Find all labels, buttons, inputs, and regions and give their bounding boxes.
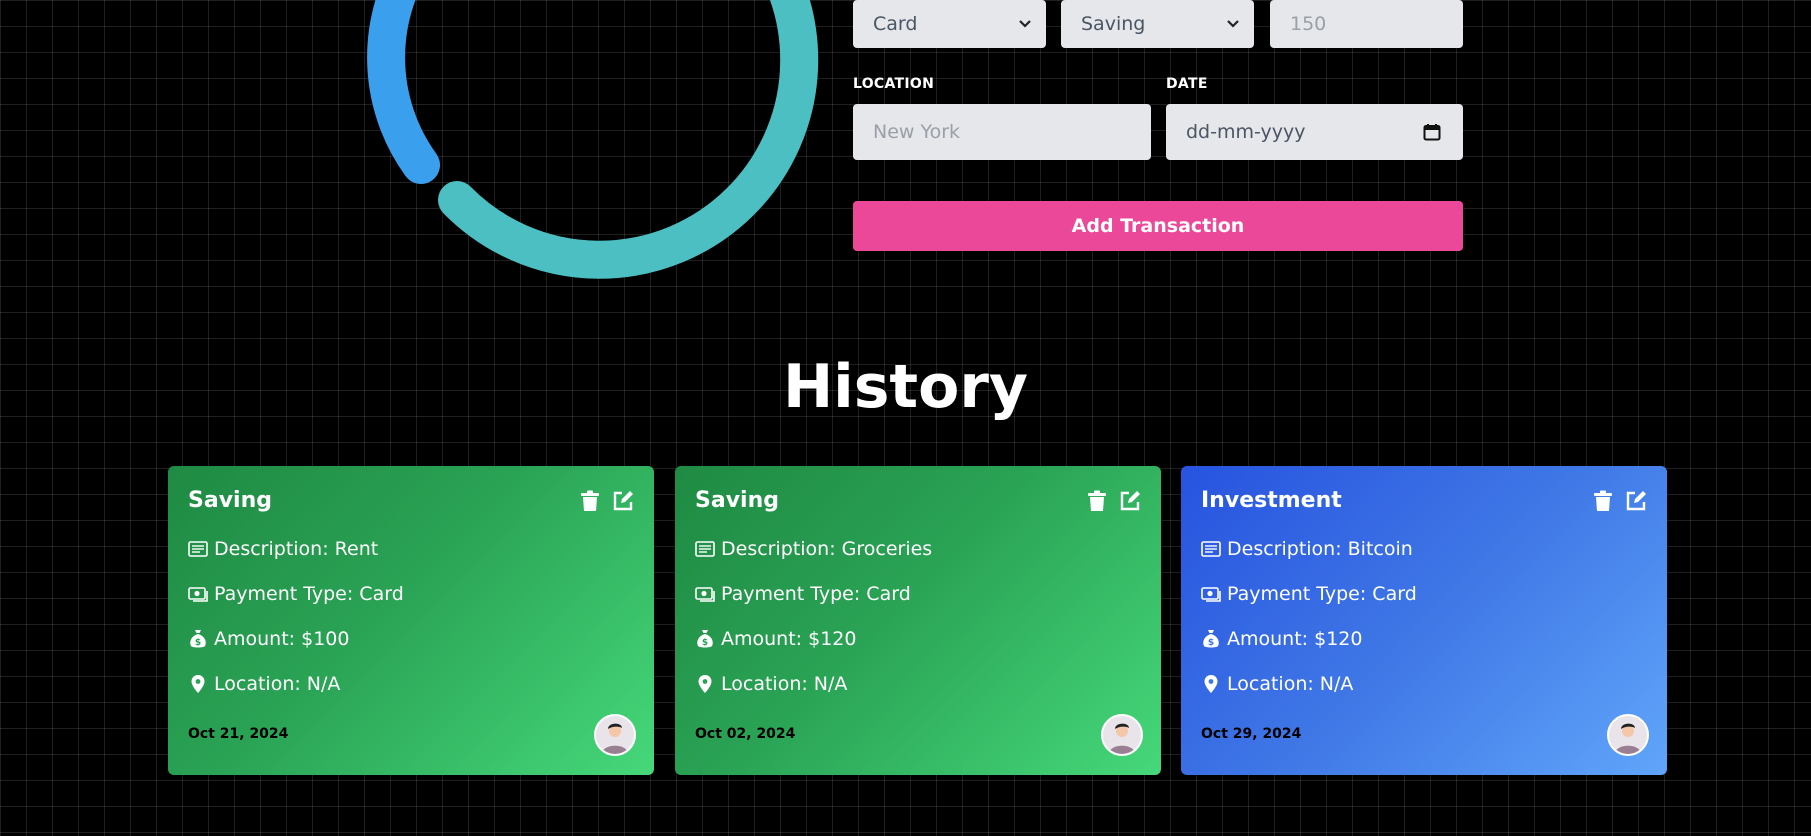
- date-input[interactable]: dd-mm-yyyy: [1166, 104, 1463, 160]
- history-card: Investment Description: Bitcoin Payment …: [1181, 466, 1667, 775]
- category-value: Saving: [1081, 13, 1146, 35]
- payment-type-select[interactable]: Card: [853, 0, 1046, 48]
- card-date: Oct 21, 2024: [188, 726, 289, 742]
- cash-icon: [1201, 587, 1221, 602]
- edit-icon[interactable]: [1625, 490, 1647, 512]
- card-description: Description: Bitcoin: [1227, 538, 1413, 560]
- card-location: Location: N/A: [1227, 673, 1354, 695]
- card-category: Saving: [188, 488, 272, 513]
- card-payment: Payment Type: Card: [721, 583, 911, 605]
- card-amount: Amount: $120: [721, 628, 857, 650]
- trash-icon[interactable]: [1087, 490, 1107, 512]
- card-amount: Amount: $100: [214, 628, 350, 650]
- chevron-down-icon: [1227, 20, 1239, 28]
- avatar: [1101, 714, 1143, 756]
- svg-text:$: $: [702, 638, 708, 648]
- add-transaction-button[interactable]: Add Transaction: [853, 201, 1463, 251]
- amount-input[interactable]: 150: [1270, 0, 1463, 48]
- donut-segment-saving: [367, 0, 440, 184]
- card-payment-row: Payment Type: Card: [1201, 583, 1417, 605]
- avatar: [594, 714, 636, 756]
- card-description: Description: Groceries: [721, 538, 933, 560]
- card-payment-row: Payment Type: Card: [188, 583, 404, 605]
- card-payment: Payment Type: Card: [1227, 583, 1417, 605]
- card-date: Oct 29, 2024: [1201, 726, 1302, 742]
- card-category: Investment: [1201, 488, 1342, 513]
- trash-icon[interactable]: [1593, 490, 1613, 512]
- calendar-icon[interactable]: [1423, 123, 1441, 141]
- card-amount: Amount: $120: [1227, 628, 1363, 650]
- svg-text:$: $: [195, 638, 201, 648]
- map-pin-icon: [1204, 675, 1218, 693]
- cash-icon: [188, 587, 208, 602]
- card-location-row: Location: N/A: [695, 673, 847, 695]
- chevron-down-icon: [1019, 20, 1031, 28]
- location-label: LOCATION: [853, 76, 935, 92]
- svg-text:$: $: [1208, 638, 1214, 648]
- money-bag-icon: $: [1203, 630, 1219, 648]
- edit-icon[interactable]: [1119, 490, 1141, 512]
- trash-icon[interactable]: [580, 490, 600, 512]
- card-category: Saving: [695, 488, 779, 513]
- card-location-row: Location: N/A: [1201, 673, 1353, 695]
- card-amount-row: $ Amount: $120: [695, 628, 856, 650]
- card-location: Location: N/A: [214, 673, 341, 695]
- card-location: Location: N/A: [721, 673, 848, 695]
- card-description-row: Description: Groceries: [695, 538, 932, 560]
- card-description-row: Description: Rent: [188, 538, 378, 560]
- money-bag-icon: $: [697, 630, 713, 648]
- date-placeholder: dd-mm-yyyy: [1186, 121, 1306, 143]
- date-label: DATE: [1166, 76, 1208, 92]
- history-card: Saving Description: Rent Payment Type: C…: [168, 466, 654, 775]
- history-title: History: [782, 352, 1029, 422]
- card-description: Description: Rent: [214, 538, 379, 560]
- payment-type-value: Card: [873, 13, 918, 35]
- location-input[interactable]: New York: [853, 104, 1151, 160]
- map-pin-icon: [698, 675, 712, 693]
- card-date: Oct 02, 2024: [695, 726, 796, 742]
- cash-icon: [695, 587, 715, 602]
- edit-icon[interactable]: [612, 490, 634, 512]
- card-payment-row: Payment Type: Card: [695, 583, 911, 605]
- map-pin-icon: [191, 675, 205, 693]
- amount-placeholder: 150: [1290, 13, 1327, 35]
- avatar: [1607, 714, 1649, 756]
- document-icon: [695, 541, 715, 557]
- card-amount-row: $ Amount: $100: [188, 628, 349, 650]
- card-amount-row: $ Amount: $120: [1201, 628, 1362, 650]
- card-payment: Payment Type: Card: [214, 583, 404, 605]
- document-icon: [188, 541, 208, 557]
- document-icon: [1201, 541, 1221, 557]
- history-card: Saving Description: Groceries Payment Ty…: [675, 466, 1161, 775]
- location-placeholder: New York: [873, 121, 961, 143]
- card-description-row: Description: Bitcoin: [1201, 538, 1413, 560]
- card-location-row: Location: N/A: [188, 673, 340, 695]
- category-select[interactable]: Saving: [1061, 0, 1254, 48]
- donut-segment-investment: [438, 0, 819, 279]
- money-bag-icon: $: [190, 630, 206, 648]
- donut-chart: [367, 0, 819, 279]
